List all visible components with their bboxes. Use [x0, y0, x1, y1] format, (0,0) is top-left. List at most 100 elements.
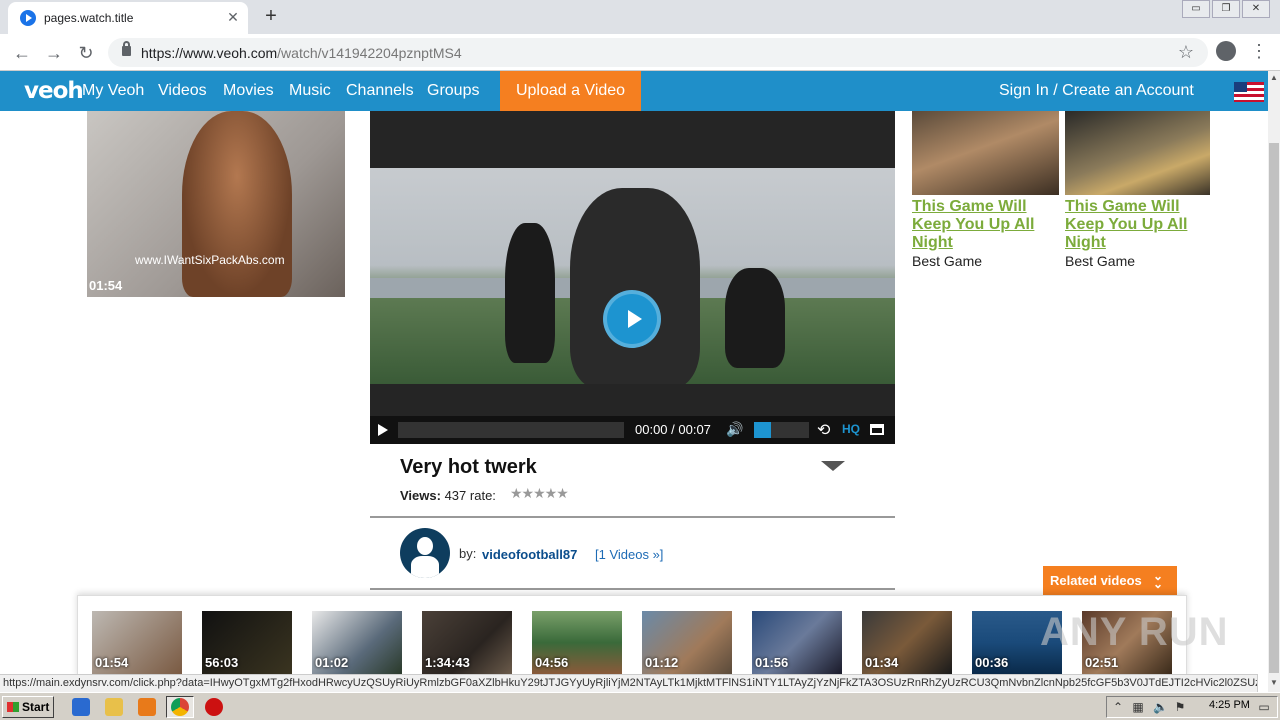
rating-stars[interactable]: ★★★★★ — [510, 485, 569, 502]
related-duration: 00:36 — [975, 655, 1009, 670]
related-duration: 01:54 — [95, 655, 129, 670]
scrollbar-thumb[interactable] — [1269, 143, 1279, 673]
ad-image[interactable] — [912, 111, 1059, 195]
sign-in-link[interactable]: Sign In / Create an Account — [999, 82, 1194, 100]
close-window-button[interactable]: ✕ — [1242, 0, 1270, 18]
related-duration: 56:03 — [205, 655, 239, 670]
related-thumbnail[interactable]: 1:34:43 — [422, 611, 512, 674]
video-frame[interactable] — [370, 168, 895, 384]
nav-music[interactable]: Music — [289, 82, 331, 100]
related-duration: 01:02 — [315, 655, 349, 670]
forward-arrow-icon[interactable]: → — [42, 41, 66, 65]
media-player-icon[interactable] — [138, 698, 156, 716]
player-controls: 00:00 / 00:07 🔊 ⟲ HQ — [370, 416, 895, 444]
minimize-button[interactable]: ▭ — [1182, 0, 1210, 18]
related-videos-label: Related videos — [1050, 573, 1142, 588]
related-thumbnail[interactable]: 01:02 — [312, 611, 402, 674]
play-overlay-icon[interactable] — [603, 290, 661, 348]
opera-icon[interactable] — [205, 698, 223, 716]
url-text[interactable]: https://www.veoh.com/watch/v141942204pzn… — [141, 45, 462, 61]
close-tab-icon[interactable]: ✕ — [224, 8, 242, 26]
related-thumbnail[interactable]: 01:12 — [642, 611, 732, 674]
window-controls: ▭ ❐ ✕ — [1180, 0, 1270, 18]
thumbnail-duration: 01:54 — [89, 278, 123, 293]
ad-subtitle: Best Game — [1065, 253, 1136, 269]
ad-subtitle: Best Game — [912, 253, 983, 269]
views-value: 437 — [444, 488, 467, 503]
seek-bar[interactable] — [398, 422, 624, 438]
uploader-avatar[interactable] — [400, 528, 450, 578]
related-duration: 01:56 — [755, 655, 789, 670]
related-thumbnail[interactable]: 04:56 — [532, 611, 622, 674]
related-duration: 02:51 — [1085, 655, 1119, 670]
volume-icon[interactable]: 🔊 — [726, 421, 743, 438]
thumbnail-watermark: www.IWantSixPackAbs.com — [135, 253, 285, 267]
scroll-up-arrow-icon[interactable]: ▲ — [1269, 73, 1279, 83]
ad-title-link[interactable]: This Game Will Keep You Up All Night — [1065, 198, 1210, 252]
windows-logo-icon — [7, 702, 19, 712]
views-label: Views: — [400, 488, 441, 503]
start-button[interactable]: Start — [2, 696, 54, 718]
veoh-favicon-icon — [20, 10, 36, 26]
side-video-thumbnail[interactable]: www.IWantSixPackAbs.com 01:54 — [87, 111, 345, 297]
windows-taskbar: Start ⌃ ▦ 🔈 ⚑ ▭ 4:25 PM — [0, 692, 1280, 720]
related-thumbnail[interactable]: 01:54 — [92, 611, 182, 674]
related-thumbnail[interactable]: 01:56 — [752, 611, 842, 674]
browser-tab-bar: pages.watch.title ✕ + ▭ ❐ ✕ — [0, 0, 1280, 34]
ad-title-link[interactable]: This Game Will Keep You Up All Night — [912, 198, 1059, 252]
browser-tab[interactable]: pages.watch.title ✕ — [8, 2, 248, 34]
show-desktop-icon[interactable]: ▭ — [1257, 700, 1271, 714]
uploader-videos-link[interactable]: [1 Videos »] — [595, 547, 663, 562]
related-thumbnail[interactable]: 01:34 — [862, 611, 952, 674]
anyrun-watermark: ANY RUN — [1040, 610, 1229, 654]
rate-label: rate: — [469, 488, 496, 503]
tray-expand-icon[interactable]: ⌃ — [1111, 700, 1125, 714]
nav-channels[interactable]: Channels — [346, 82, 414, 100]
veoh-logo[interactable]: veoh — [24, 78, 84, 104]
file-explorer-icon[interactable] — [105, 698, 123, 716]
hq-toggle[interactable]: HQ — [842, 422, 860, 436]
nav-groups[interactable]: Groups — [427, 82, 479, 100]
reload-icon[interactable]: ↻ — [74, 41, 98, 65]
ad-card[interactable]: This Game Will Keep You Up All Night Bes… — [912, 111, 1059, 269]
new-tab-button[interactable]: + — [260, 5, 282, 27]
related-thumbnail[interactable]: 56:03 — [202, 611, 292, 674]
divider — [370, 516, 895, 518]
nav-videos[interactable]: Videos — [158, 82, 207, 100]
volume-tray-icon[interactable]: 🔈 — [1153, 700, 1168, 714]
page-scrollbar[interactable]: ▲ ▼ — [1268, 71, 1280, 692]
loop-icon[interactable]: ⟲ — [817, 420, 830, 440]
tab-title: pages.watch.title — [44, 11, 134, 25]
nav-movies[interactable]: Movies — [223, 82, 274, 100]
lock-icon — [122, 41, 131, 56]
bookmark-star-icon[interactable]: ☆ — [1178, 42, 1194, 63]
related-videos-toggle[interactable]: Related videos ⌄ ⌄ — [1043, 566, 1177, 595]
thumbnail-figure — [182, 111, 292, 297]
back-arrow-icon[interactable]: ← — [10, 41, 34, 65]
fullscreen-icon[interactable] — [870, 424, 884, 435]
ad-card[interactable]: This Game Will Keep You Up All Night Bes… — [1065, 111, 1210, 269]
related-duration: 1:34:43 — [425, 655, 470, 670]
play-icon[interactable] — [378, 424, 388, 436]
chrome-taskbar-button[interactable] — [166, 696, 194, 718]
system-clock[interactable]: 4:25 PM — [1209, 699, 1250, 711]
profile-avatar-icon[interactable] — [1216, 41, 1236, 61]
volume-slider[interactable] — [754, 422, 809, 438]
network-icon[interactable]: ▦ — [1131, 700, 1145, 714]
internet-explorer-icon[interactable] — [72, 698, 90, 716]
us-flag-icon[interactable] — [1234, 82, 1264, 102]
action-center-flag-icon[interactable]: ⚑ — [1173, 700, 1187, 714]
view-count: Views: 437 rate: — [400, 488, 496, 503]
address-bar[interactable]: https://www.veoh.com/watch/v141942204pzn… — [108, 38, 1208, 67]
browser-menu-icon[interactable]: ⋮ — [1250, 40, 1268, 62]
video-player[interactable]: 00:00 / 00:07 🔊 ⟲ HQ — [370, 111, 895, 444]
uploader-link[interactable]: videofootball87 — [482, 547, 577, 562]
restore-button[interactable]: ❐ — [1212, 0, 1240, 18]
browser-toolbar: ← → ↻ https://www.veoh.com/watch/v141942… — [0, 34, 1280, 71]
nav-my-veoh[interactable]: My Veoh — [82, 82, 144, 100]
expand-details-icon[interactable] — [821, 461, 845, 471]
chevron-down-icon: ⌄ ⌄ — [1153, 569, 1164, 591]
scroll-down-arrow-icon[interactable]: ▼ — [1269, 678, 1279, 688]
ad-image[interactable] — [1065, 111, 1210, 195]
upload-video-button[interactable]: Upload a Video — [500, 71, 641, 111]
